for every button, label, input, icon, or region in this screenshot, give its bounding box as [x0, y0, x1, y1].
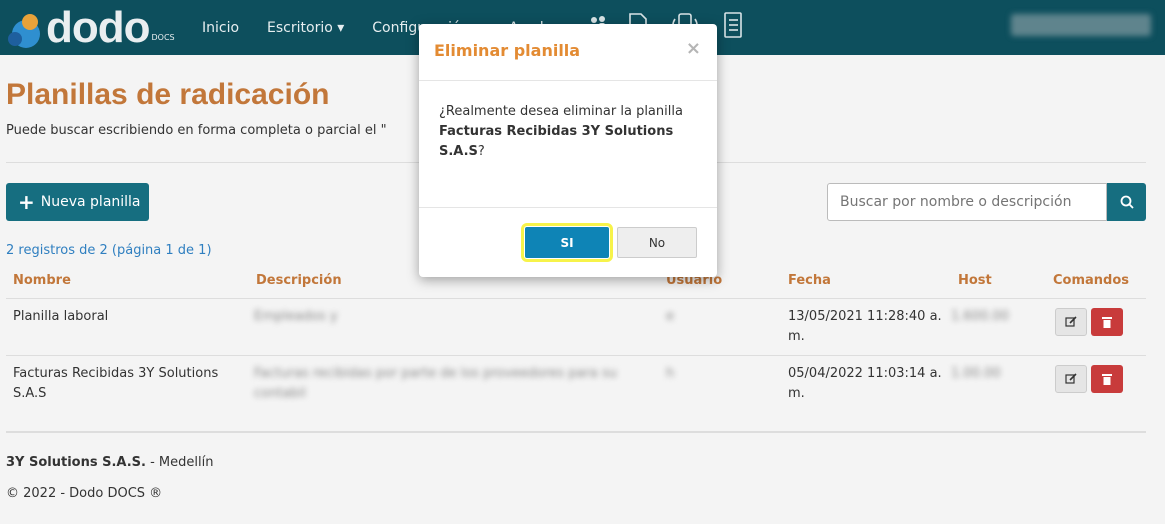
modal-body-suffix: ? [477, 144, 485, 159]
modal-header: Eliminar planilla × [419, 24, 717, 81]
modal-body-planilla-name: Facturas Recibidas 3Y Solutions S.A.S [439, 124, 674, 159]
modal-title: Eliminar planilla [434, 41, 581, 60]
confirm-no-button[interactable]: No [617, 227, 697, 258]
delete-confirm-modal: Eliminar planilla × ¿Realmente desea eli… [419, 24, 717, 277]
confirm-yes-button[interactable]: SI [521, 223, 613, 262]
modal-body-prefix: ¿Realmente desea eliminar la planilla [439, 104, 683, 119]
modal-body: ¿Realmente desea eliminar la planilla Fa… [439, 102, 701, 162]
close-icon[interactable]: × [686, 38, 701, 59]
modal-footer: SI No [419, 207, 717, 277]
